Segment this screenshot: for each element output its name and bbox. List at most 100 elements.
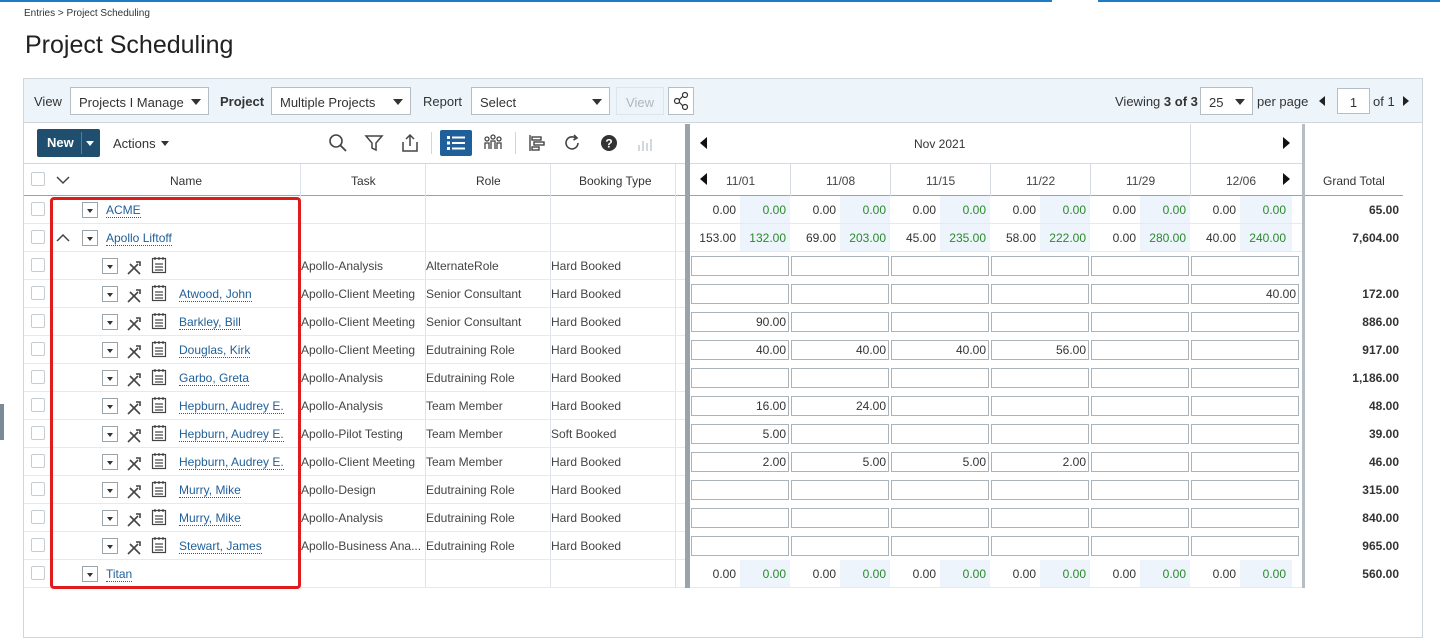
next-week-icon[interactable] bbox=[1283, 173, 1290, 185]
next-page-icon[interactable] bbox=[1403, 96, 1409, 106]
row-checkbox[interactable] bbox=[31, 258, 45, 272]
hours-input[interactable] bbox=[691, 536, 789, 556]
hours-input[interactable] bbox=[991, 256, 1089, 276]
hours-input[interactable] bbox=[791, 424, 889, 444]
side-panel-handle[interactable] bbox=[0, 404, 4, 440]
hours-input[interactable] bbox=[691, 284, 789, 304]
hours-input[interactable] bbox=[791, 536, 889, 556]
hours-input[interactable] bbox=[1091, 508, 1189, 528]
prev-month-icon[interactable] bbox=[700, 137, 707, 149]
hours-input[interactable] bbox=[891, 480, 989, 500]
hours-input[interactable]: 5.00 bbox=[791, 452, 889, 472]
hours-input[interactable]: 40.00 bbox=[1191, 284, 1299, 304]
gantt-button[interactable] bbox=[525, 131, 549, 155]
row-checkbox[interactable] bbox=[31, 370, 45, 384]
row-checkbox[interactable] bbox=[31, 566, 45, 580]
view-select[interactable]: Projects I Manage bbox=[70, 87, 209, 115]
hours-input[interactable] bbox=[1191, 508, 1299, 528]
hours-input[interactable] bbox=[1191, 452, 1299, 472]
hours-input[interactable] bbox=[1091, 424, 1189, 444]
hours-input[interactable] bbox=[691, 508, 789, 528]
hours-input[interactable] bbox=[891, 536, 989, 556]
hours-input[interactable] bbox=[691, 480, 789, 500]
next-month-icon[interactable] bbox=[1283, 137, 1290, 149]
hours-input[interactable] bbox=[1191, 536, 1299, 556]
project-select[interactable]: Multiple Projects bbox=[271, 87, 411, 115]
hours-input[interactable] bbox=[891, 312, 989, 332]
hours-input[interactable] bbox=[991, 424, 1089, 444]
hours-input[interactable] bbox=[1191, 312, 1299, 332]
hours-input[interactable] bbox=[1091, 256, 1189, 276]
row-checkbox[interactable] bbox=[31, 482, 45, 496]
search-button[interactable] bbox=[326, 131, 350, 155]
report-select[interactable]: Select bbox=[471, 87, 610, 115]
hours-input[interactable] bbox=[991, 508, 1089, 528]
hours-input[interactable] bbox=[791, 368, 889, 388]
column-header-task[interactable]: Task bbox=[351, 174, 376, 188]
select-all-checkbox[interactable] bbox=[31, 172, 45, 186]
hours-input[interactable] bbox=[791, 480, 889, 500]
hours-input[interactable] bbox=[891, 368, 989, 388]
hours-input[interactable] bbox=[691, 368, 789, 388]
hours-input[interactable] bbox=[791, 312, 889, 332]
hours-input[interactable]: 5.00 bbox=[891, 452, 989, 472]
column-header-name[interactable]: Name bbox=[170, 174, 202, 188]
hours-input[interactable] bbox=[991, 284, 1089, 304]
export-button[interactable] bbox=[398, 131, 422, 155]
hours-input[interactable] bbox=[1091, 284, 1189, 304]
row-checkbox[interactable] bbox=[31, 454, 45, 468]
resource-view-button[interactable] bbox=[481, 131, 505, 155]
hours-input[interactable] bbox=[1191, 424, 1299, 444]
column-header-grand-total[interactable]: Grand Total bbox=[1323, 174, 1385, 188]
hours-input[interactable] bbox=[991, 536, 1089, 556]
hours-input[interactable] bbox=[1191, 480, 1299, 500]
hours-input[interactable] bbox=[891, 508, 989, 528]
hours-input[interactable] bbox=[1091, 480, 1189, 500]
row-checkbox[interactable] bbox=[31, 538, 45, 552]
per-page-select[interactable]: 25 bbox=[1200, 87, 1253, 115]
row-checkbox[interactable] bbox=[31, 510, 45, 524]
row-checkbox[interactable] bbox=[31, 230, 45, 244]
list-view-button[interactable] bbox=[440, 130, 472, 156]
hours-input[interactable] bbox=[991, 312, 1089, 332]
column-header-booking-type[interactable]: Booking Type bbox=[579, 174, 652, 188]
hours-input[interactable]: 5.00 bbox=[691, 424, 789, 444]
hours-input[interactable] bbox=[691, 256, 789, 276]
hours-input[interactable] bbox=[991, 368, 1089, 388]
page-number-input[interactable]: 1 bbox=[1337, 88, 1370, 114]
hours-input[interactable]: 2.00 bbox=[691, 452, 789, 472]
actions-menu[interactable]: Actions bbox=[113, 136, 169, 151]
hours-input[interactable]: 40.00 bbox=[891, 340, 989, 360]
prev-page-icon[interactable] bbox=[1319, 96, 1325, 106]
hours-input[interactable]: 90.00 bbox=[691, 312, 789, 332]
hours-input[interactable] bbox=[1091, 536, 1189, 556]
hours-input[interactable] bbox=[1091, 396, 1189, 416]
chevron-down-icon[interactable] bbox=[86, 141, 94, 146]
row-checkbox[interactable] bbox=[31, 398, 45, 412]
refresh-button[interactable] bbox=[560, 131, 584, 155]
row-checkbox[interactable] bbox=[31, 426, 45, 440]
hours-input[interactable] bbox=[1091, 452, 1189, 472]
hours-input[interactable]: 40.00 bbox=[691, 340, 789, 360]
hours-input[interactable] bbox=[891, 284, 989, 304]
hours-input[interactable]: 40.00 bbox=[791, 340, 889, 360]
breadcrumb[interactable]: Entries > Project Scheduling bbox=[24, 8, 150, 19]
share-button[interactable] bbox=[668, 87, 694, 115]
hours-input[interactable] bbox=[1091, 340, 1189, 360]
row-checkbox[interactable] bbox=[31, 342, 45, 356]
hours-input[interactable]: 56.00 bbox=[991, 340, 1089, 360]
hours-input[interactable]: 2.00 bbox=[991, 452, 1089, 472]
row-checkbox[interactable] bbox=[31, 286, 45, 300]
hours-input[interactable] bbox=[991, 396, 1089, 416]
view-button[interactable]: View bbox=[616, 87, 664, 115]
hours-input[interactable] bbox=[791, 256, 889, 276]
hours-input[interactable] bbox=[1191, 340, 1299, 360]
row-checkbox[interactable] bbox=[31, 314, 45, 328]
hours-input[interactable] bbox=[1091, 368, 1189, 388]
hours-input[interactable] bbox=[891, 396, 989, 416]
row-checkbox[interactable] bbox=[31, 202, 45, 216]
help-button[interactable]: ? bbox=[597, 131, 621, 155]
new-button[interactable]: New bbox=[37, 129, 100, 157]
hours-input[interactable] bbox=[1191, 256, 1299, 276]
column-header-role[interactable]: Role bbox=[476, 174, 501, 188]
